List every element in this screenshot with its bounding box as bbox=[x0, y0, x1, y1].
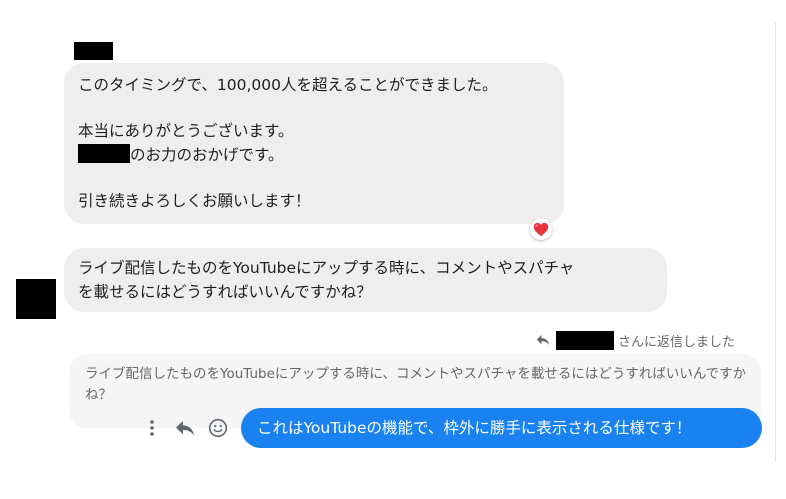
reply-note-text: さんに返信しました bbox=[618, 334, 736, 350]
more-vertical-icon bbox=[150, 420, 154, 436]
message-line: を載せるにはどうすればいいんですかね？ bbox=[78, 283, 372, 301]
smiley-icon bbox=[208, 418, 228, 438]
react-button[interactable] bbox=[206, 417, 230, 439]
reply-icon bbox=[536, 335, 550, 345]
redacted-sender-name bbox=[74, 42, 113, 60]
message-line: 引き続きよろしくお願いします！ bbox=[78, 192, 311, 210]
message-line: ライブ配信したものをYouTubeにアップする時に、コメントやスパチャ bbox=[78, 259, 575, 277]
message-line: このタイミングで、100,000人を超えることができました。 bbox=[78, 76, 498, 94]
messenger-thread: このタイミングで、100,000人を超えることができました。 本当にありがとうご… bbox=[0, 0, 786, 499]
redacted-avatar[interactable] bbox=[16, 279, 56, 319]
more-options-button[interactable] bbox=[140, 417, 164, 439]
outgoing-message-bubble[interactable]: これはYouTubeの機能で、枠外に勝手に表示される仕様です！ bbox=[241, 408, 762, 448]
message-line-suffix: のお力のおかげです。 bbox=[130, 146, 284, 164]
reply-context-note: さんに返信しました bbox=[536, 330, 735, 350]
panel-divider bbox=[775, 22, 776, 462]
reply-button[interactable] bbox=[173, 417, 197, 439]
incoming-message-bubble[interactable]: ライブ配信したものをYouTubeにアップする時に、コメントやスパチャ を載せる… bbox=[64, 248, 667, 312]
reply-icon bbox=[176, 421, 194, 436]
redacted-recipient bbox=[556, 330, 614, 350]
redacted-name bbox=[78, 144, 130, 163]
heart-icon bbox=[533, 222, 549, 236]
message-line: のお力のおかげです。 bbox=[78, 143, 552, 167]
incoming-message-bubble[interactable]: このタイミングで、100,000人を超えることができました。 本当にありがとうご… bbox=[64, 63, 564, 224]
heart-reaction[interactable] bbox=[530, 218, 552, 240]
message-line: 本当にありがとうございます。 bbox=[78, 122, 294, 140]
